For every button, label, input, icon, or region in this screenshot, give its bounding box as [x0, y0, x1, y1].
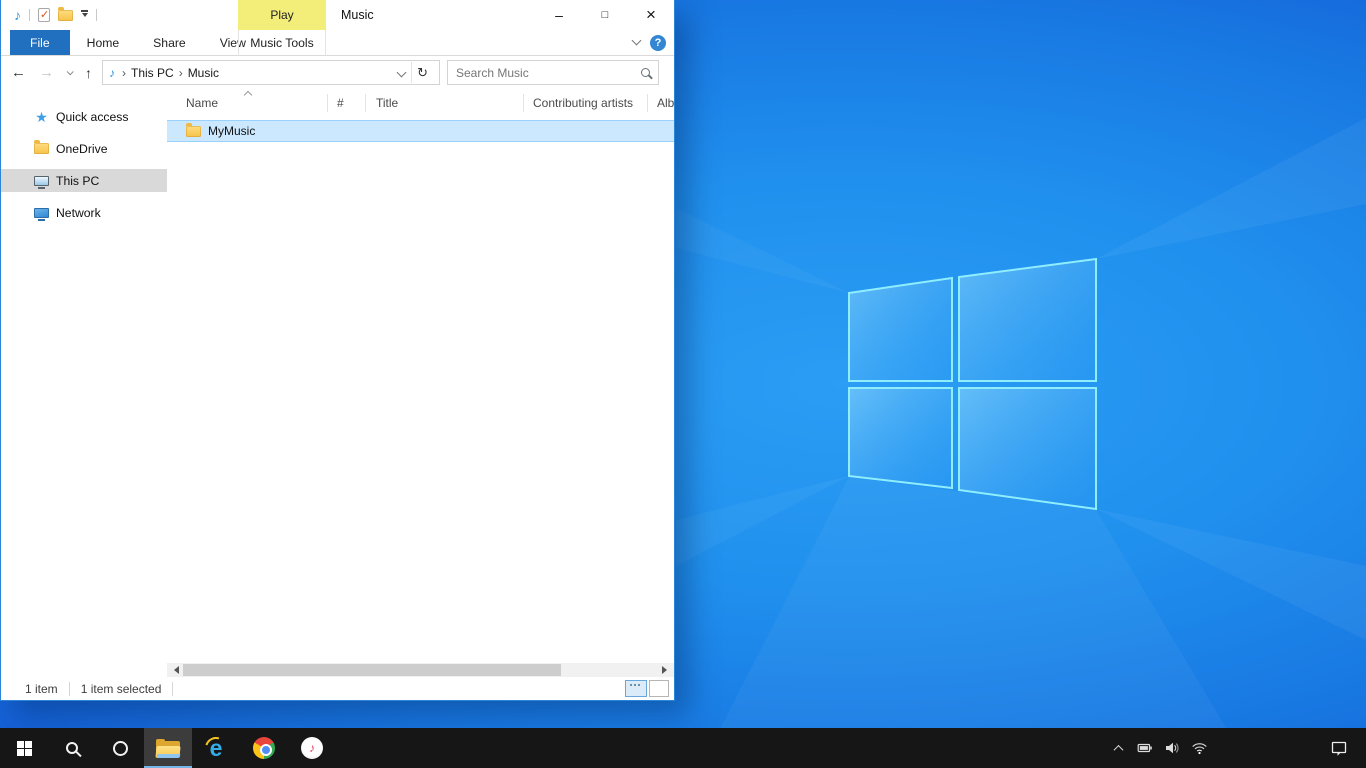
wifi-button[interactable] [1190, 728, 1208, 768]
file-explorer-icon [156, 739, 180, 758]
cortana-circle-icon [113, 741, 128, 756]
taskbar-chrome-button[interactable] [240, 728, 288, 768]
customize-quick-access-dropdown[interactable] [81, 10, 88, 20]
itunes-icon: ♪ [301, 737, 323, 759]
ribbon-tab-row: File Home Share View Music Tools ? [1, 30, 674, 56]
tab-home[interactable]: Home [70, 30, 137, 55]
main-area: ★ Quick access OneDrive This PC Network … [1, 89, 674, 677]
sidebar-item-label: OneDrive [56, 142, 107, 156]
close-button[interactable]: × [628, 0, 674, 30]
folder-icon [186, 126, 201, 137]
file-name: MyMusic [208, 124, 255, 138]
column-header-contributing-artists[interactable]: Contributing artists [524, 94, 648, 112]
divider [69, 682, 70, 696]
chrome-icon [253, 737, 275, 759]
breadcrumb-separator-icon: › [122, 66, 126, 80]
chevron-up-icon [1113, 744, 1123, 754]
divider [29, 9, 30, 21]
recent-locations-chevron-icon[interactable] [67, 68, 74, 75]
sidebar-item-quick-access[interactable]: ★ Quick access [1, 105, 167, 128]
column-header-album[interactable]: Alb [648, 94, 674, 112]
window-controls: – □ × [536, 0, 674, 30]
sidebar-item-this-pc[interactable]: This PC [1, 169, 167, 192]
address-dropdown-chevron-icon[interactable] [397, 68, 407, 78]
navigation-bar: ← → ↑ ♪ › This PC › Music ↻ [1, 56, 674, 89]
search-icon[interactable] [641, 68, 650, 77]
show-hidden-icons-button[interactable] [1109, 728, 1127, 768]
scroll-left-arrow-icon[interactable] [170, 666, 179, 674]
computer-icon [34, 176, 49, 186]
file-explorer-window: ♪ Play Music – □ × File Home Share View … [0, 0, 675, 701]
system-tray [1109, 728, 1208, 768]
minimize-button[interactable]: – [536, 0, 582, 30]
speaker-icon [1164, 740, 1180, 756]
sidebar-item-label: Quick access [56, 110, 128, 124]
sidebar-item-label: This PC [56, 174, 99, 188]
scroll-right-arrow-icon[interactable] [662, 666, 671, 674]
search-box [447, 60, 659, 85]
up-button[interactable]: ↑ [85, 65, 92, 81]
cortana-button[interactable] [96, 728, 144, 768]
refresh-button[interactable]: ↻ [412, 65, 433, 81]
maximize-button[interactable]: □ [582, 0, 628, 30]
app-music-note-icon: ♪ [14, 8, 21, 22]
sidebar-item-onedrive[interactable]: OneDrive [1, 137, 167, 160]
breadcrumb-this-pc[interactable]: This PC [131, 66, 174, 80]
help-button[interactable]: ? [650, 35, 666, 51]
contextual-group-play[interactable]: Play [238, 0, 326, 30]
taskbar-itunes-button[interactable]: ♪ [288, 728, 336, 768]
divider [172, 682, 173, 696]
large-icons-view-button[interactable] [649, 680, 669, 697]
volume-button[interactable] [1163, 728, 1181, 768]
window-title: Music [341, 0, 374, 30]
action-center-button[interactable] [1324, 728, 1354, 768]
battery-icon [1137, 740, 1153, 756]
location-music-note-icon: ♪ [109, 66, 115, 80]
item-count: 1 item [25, 682, 58, 696]
navigation-pane: ★ Quick access OneDrive This PC Network [1, 89, 167, 677]
sidebar-item-label: Network [56, 206, 101, 220]
properties-icon[interactable] [38, 8, 50, 22]
column-headers: Name # Title Contributing artists Alb [167, 89, 674, 116]
horizontal-scrollbar[interactable] [167, 663, 674, 677]
start-button[interactable] [0, 728, 48, 768]
scrollbar-thumb[interactable] [183, 664, 561, 676]
back-button[interactable]: ← [11, 64, 26, 81]
windows-logo-icon [17, 741, 32, 756]
file-list-pane: Name # Title Contributing artists Alb My… [167, 89, 674, 677]
tab-share[interactable]: Share [136, 30, 203, 55]
column-header-number[interactable]: # [328, 94, 366, 112]
divider [96, 9, 97, 21]
quick-access-star-icon: ★ [35, 110, 48, 124]
network-icon [34, 208, 49, 218]
taskbar-file-explorer-button[interactable] [144, 728, 192, 768]
title-bar: ♪ Play Music – □ × [1, 0, 674, 30]
tab-music-tools[interactable]: Music Tools [238, 30, 326, 56]
breadcrumb-music[interactable]: Music [188, 66, 219, 80]
search-icon [66, 742, 78, 754]
column-header-title[interactable]: Title [366, 94, 524, 112]
breadcrumb-separator-icon: › [179, 66, 183, 80]
battery-status-button[interactable] [1136, 728, 1154, 768]
taskbar-search-button[interactable] [48, 728, 96, 768]
tab-file[interactable]: File [10, 30, 70, 55]
status-bar: 1 item 1 item selected [1, 677, 674, 700]
taskbar: e ♪ [0, 728, 1366, 768]
folder-icon [34, 143, 49, 154]
new-folder-icon[interactable] [58, 10, 73, 21]
forward-button[interactable]: → [39, 64, 54, 81]
wifi-icon [1191, 740, 1208, 756]
address-bar[interactable]: ♪ › This PC › Music ↻ [102, 60, 440, 85]
action-center-icon [1330, 739, 1348, 757]
internet-explorer-icon: e [204, 736, 228, 760]
sidebar-item-network[interactable]: Network [1, 201, 167, 224]
taskbar-internet-explorer-button[interactable]: e [192, 728, 240, 768]
file-row-mymusic-selected[interactable]: MyMusic [167, 120, 674, 142]
search-input[interactable] [456, 66, 641, 80]
selection-summary: 1 item selected [81, 682, 162, 696]
details-view-button[interactable] [625, 680, 647, 697]
